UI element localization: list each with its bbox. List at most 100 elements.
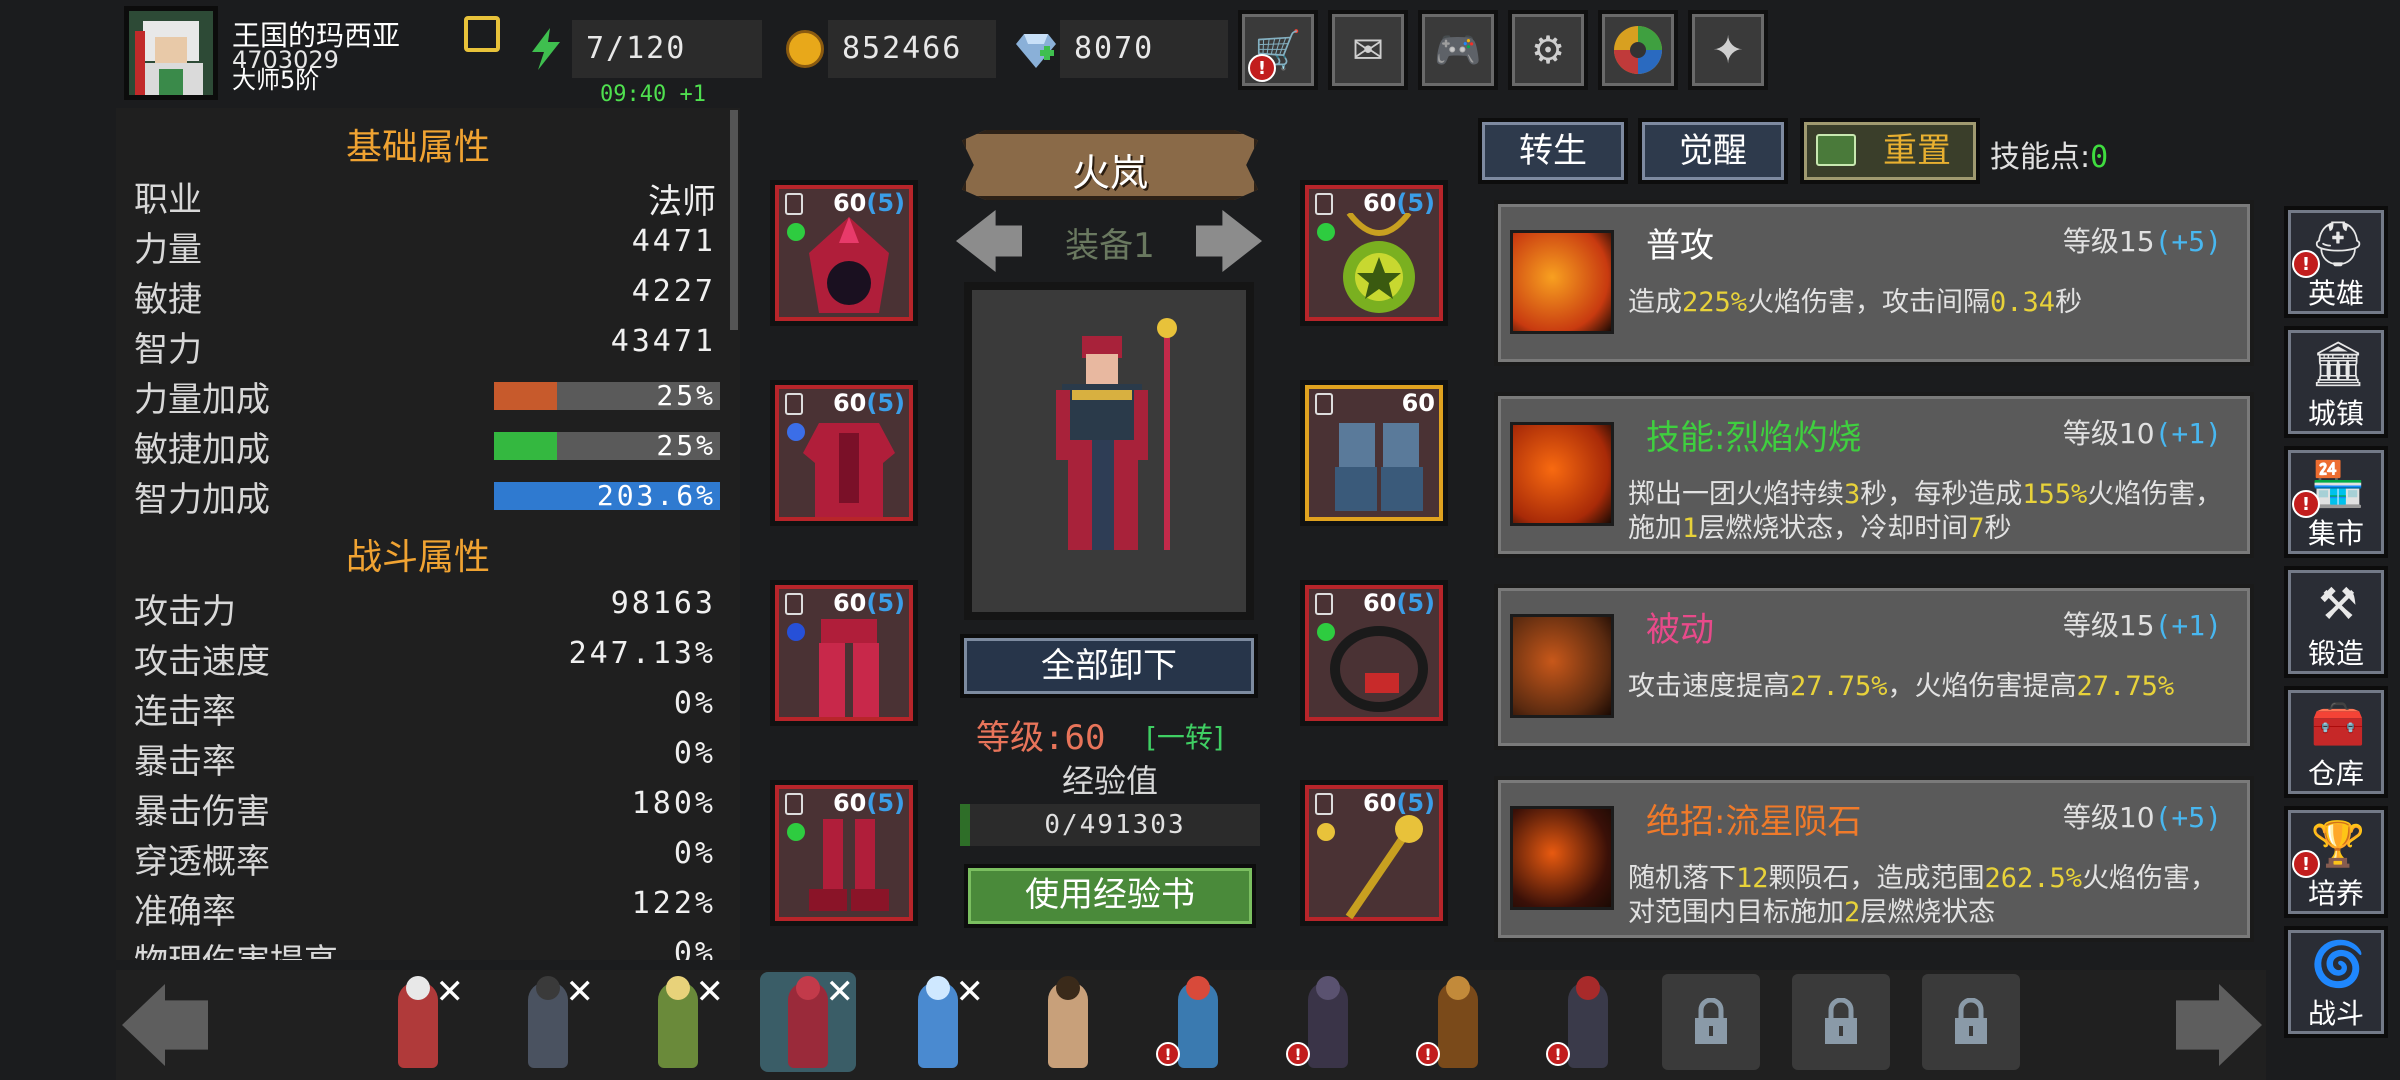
staff-icon — [1329, 813, 1429, 921]
side-nav-label: 英雄 — [2307, 277, 2364, 310]
bonus-bar: 25% — [494, 379, 720, 412]
skill-level: 等级10(+5) — [2062, 801, 2222, 834]
fire-skill-icon — [1510, 806, 1614, 910]
base-stats-title: 基础属性 — [345, 127, 490, 168]
equip-level: 60(5) — [832, 189, 905, 217]
skill-description: 攻击速度提高27.75%，火焰伤害提高27.75% — [1628, 671, 2175, 702]
hero-portrait-slot[interactable]: ! — [1410, 972, 1506, 1072]
lock-icon — [785, 393, 803, 415]
hero-portrait-slot[interactable]: ✕ — [370, 972, 466, 1072]
prev-set-arrow[interactable] — [956, 210, 1022, 272]
bonus-bar: 25% — [494, 429, 720, 462]
skill-name: 被动 — [1646, 610, 1714, 650]
tab-awaken[interactable]: 觉醒 — [1638, 118, 1788, 184]
hero-portrait-slot[interactable]: ✕ — [760, 972, 856, 1072]
skill-name: 绝招:流星陨石 — [1646, 802, 1862, 842]
equip-slot-helmet[interactable]: 60(5) — [770, 180, 918, 326]
stat-bonus-row: 敏捷加成 25% — [134, 422, 720, 472]
skill-card[interactable]: 普攻 等级15(+5) 造成225%火焰伤害，攻击间隔0.34秒 — [1494, 200, 2254, 366]
stats-panel[interactable]: 基础属性 职业 法师 力量 4471 敏捷 4227 智力 43471 力量加成 25% 敏… — [116, 108, 740, 960]
equip-slot-gloves[interactable]: 60 — [1300, 380, 1448, 526]
equip-level: 60(5) — [832, 589, 905, 617]
stamina-timer: 09:40 +1 — [600, 82, 706, 107]
mail-icon[interactable]: ✉ — [1328, 10, 1408, 90]
diamond-icon[interactable] — [1016, 30, 1056, 68]
bonus-value: 25% — [656, 429, 716, 462]
side-nav-helmet[interactable]: ⛑ 英雄! — [2284, 206, 2388, 318]
helmet-icon — [799, 213, 899, 321]
portal-icon: 🌀 — [2310, 939, 2366, 990]
skill-name: 技能:烈焰灼烧 — [1646, 418, 1862, 458]
skill-name: 普攻 — [1646, 226, 1714, 266]
hero-portrait-slot[interactable] — [1020, 972, 1116, 1072]
equip-slot-staff[interactable]: 60(5) — [1300, 780, 1448, 926]
gold-coin-icon[interactable] — [786, 30, 824, 68]
use-exp-book-button[interactable]: 使用经验书 — [964, 864, 1256, 928]
locked-hero-slot[interactable] — [1792, 974, 1890, 1070]
side-nav-label: 培养 — [2307, 877, 2364, 910]
hero-portrait-slot[interactable]: ! — [1150, 972, 1246, 1072]
skill-card[interactable]: 被动 等级15(+1) 攻击速度提高27.75%，火焰伤害提高27.75% — [1494, 584, 2254, 750]
video-ad-icon — [1816, 134, 1856, 166]
skill-description: 造成225%火焰伤害，攻击间隔0.34秒 — [1628, 287, 2083, 318]
side-nav-market-stall[interactable]: 🏪 集市! — [2284, 446, 2388, 558]
side-nav-trophy[interactable]: 🏆 培养! — [2284, 806, 2388, 918]
hero-portrait-slot[interactable]: ! — [1280, 972, 1376, 1072]
side-nav-anvil[interactable]: ⚒ 锻造 — [2284, 566, 2388, 678]
equip-slot-pants[interactable]: 60(5) — [770, 580, 918, 726]
combat-stat-row: 穿透概率 0% — [134, 836, 716, 882]
stat-bonus-row: 力量加成 25% — [134, 372, 720, 422]
stats-scrollbar[interactable] — [730, 110, 738, 330]
side-nav-colosseum[interactable]: 🏛 城镇 — [2284, 326, 2388, 438]
gloves-icon — [1329, 413, 1429, 521]
hero-portrait-slot[interactable]: ✕ — [500, 972, 596, 1072]
close-icon: ✕ — [695, 972, 725, 1012]
tab-rebirth[interactable]: 转生 — [1478, 118, 1628, 184]
unequip-all-button[interactable]: 全部卸下 — [960, 634, 1258, 698]
color-wheel-icon[interactable] — [1598, 10, 1678, 90]
alert-badge-icon: ! — [1286, 1042, 1310, 1066]
gear-icon[interactable]: ⚙ — [1508, 10, 1588, 90]
hero-level: 等级:60 — [976, 718, 1106, 758]
equip-slot-boots[interactable]: 60(5) — [770, 780, 918, 926]
locked-hero-slot[interactable] — [1662, 974, 1760, 1070]
lock-icon — [1315, 393, 1333, 415]
side-nav-label: 城镇 — [2307, 397, 2364, 430]
hero-head-icon — [926, 976, 950, 1000]
side-nav-portal[interactable]: 🌀 战斗 — [2284, 926, 2388, 1038]
bonus-bar-fill — [494, 432, 558, 460]
edit-name-icon[interactable] — [464, 16, 500, 52]
lock-icon — [1315, 793, 1333, 815]
hero-head-icon — [1446, 976, 1470, 1000]
stat-bonus-row: 智力加成 203.6% — [134, 472, 720, 522]
next-set-arrow[interactable] — [1196, 210, 1262, 272]
combat-stat-row: 连击率 0% — [134, 686, 716, 732]
equip-slot-armor[interactable]: 60(5) — [770, 380, 918, 526]
locked-hero-slot[interactable] — [1922, 974, 2020, 1070]
hero-portrait-slot[interactable]: ! — [1540, 972, 1636, 1072]
fireworks-icon[interactable]: ✦ — [1688, 10, 1768, 90]
skill-card[interactable]: 绝招:流星陨石 等级10(+5) 随机落下12颗陨石，造成范围262.5%火焰伤害，… — [1494, 776, 2254, 942]
shop-cart-icon[interactable]: 🛒! — [1238, 10, 1318, 90]
hero-portrait-slot[interactable]: ✕ — [630, 972, 726, 1072]
gamepad-icon[interactable]: 🎮 — [1418, 10, 1498, 90]
combat-stat-row: 暴击伤害 180% — [134, 786, 716, 832]
equip-slot-amulet[interactable]: 60(5) — [1300, 180, 1448, 326]
side-nav-treasure-chest[interactable]: 🧰 仓库 — [2284, 686, 2388, 798]
close-icon: ✕ — [955, 972, 985, 1012]
fire-skill-icon — [1510, 614, 1614, 718]
skill-card[interactable]: 技能:烈焰灼烧 等级10(+1) 掷出一团火焰持续3秒，每秒造成155%火焰伤害，施… — [1494, 392, 2254, 558]
equip-level: 60(5) — [832, 389, 905, 417]
alert-badge-icon: ! — [2292, 850, 2320, 878]
tab-reset[interactable]: 重置 — [1800, 118, 1980, 184]
close-icon: ✕ — [825, 972, 855, 1012]
player-avatar[interactable] — [124, 6, 218, 100]
combat-stats-title: 战斗属性 — [345, 537, 490, 578]
combat-stat-row: 暴击率 0% — [134, 736, 716, 782]
equip-level: 60(5) — [1362, 789, 1435, 817]
equip-slot-belt[interactable]: 60(5) — [1300, 580, 1448, 726]
hero-portrait-slot[interactable]: ✕ — [890, 972, 986, 1072]
skill-description: 随机落下12颗陨石，造成范围262.5%火焰伤害，对范围内目标施加2层燃烧状态 — [1628, 863, 2218, 928]
equip-level: 60(5) — [1362, 189, 1435, 217]
combat-stat-row: 准确率 122% — [134, 886, 716, 932]
